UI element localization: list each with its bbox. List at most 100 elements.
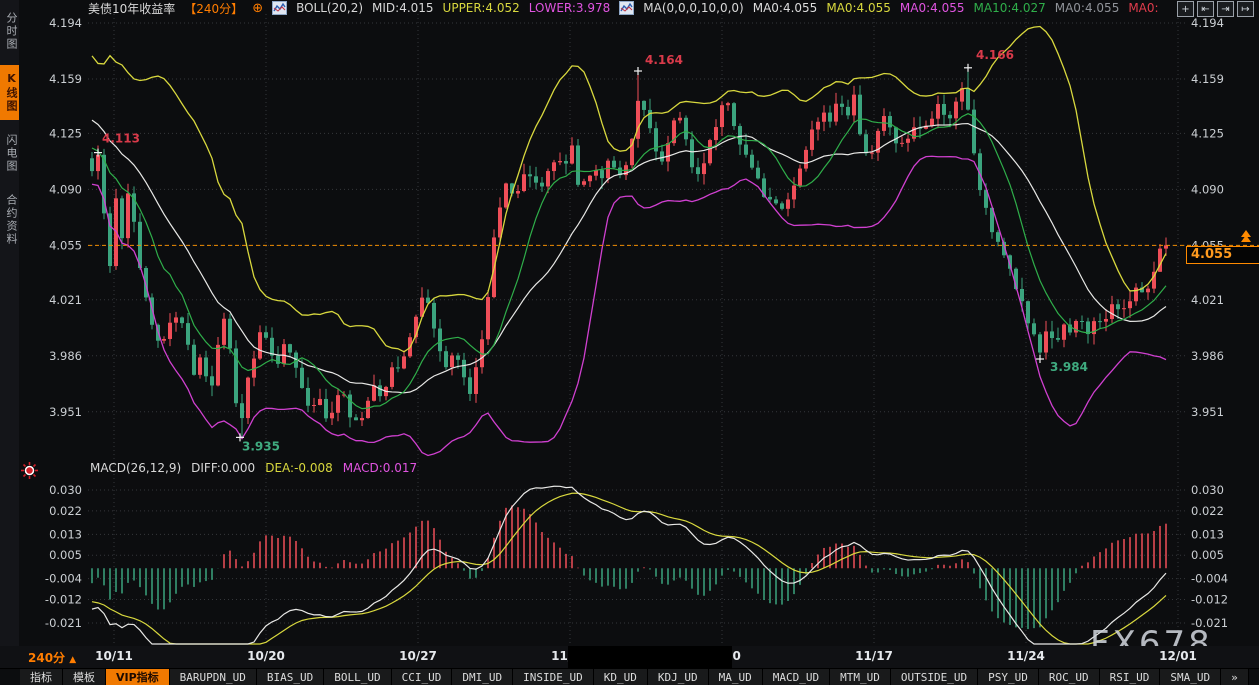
ma-value-label-4: MA0:4.055 <box>1055 1 1120 15</box>
x-axis-label: 10/20 <box>247 649 285 663</box>
svg-text:-0.004: -0.004 <box>45 572 82 586</box>
macd-diff-label: DIFF:0.000 <box>191 461 255 475</box>
period-label[interactable]: 【240分】 <box>184 0 243 17</box>
svg-text:4.125: 4.125 <box>1191 126 1224 140</box>
toolbar-tab-模板[interactable]: 模板 <box>63 669 106 685</box>
svg-text:0.022: 0.022 <box>1191 504 1224 518</box>
boll-upper-label: UPPER:4.052 <box>443 1 520 15</box>
window-icon-bar: +⇤⇥↦ <box>1177 1 1254 17</box>
svg-text:4.194: 4.194 <box>49 16 82 30</box>
toolbar-tab-BOLL_UD[interactable]: BOLL_UD <box>324 669 391 685</box>
svg-text:-0.012: -0.012 <box>1191 593 1228 607</box>
plus-circle-icon[interactable]: ⊕ <box>252 1 263 16</box>
sidebar-item-闪电图[interactable]: 闪电图 <box>0 127 19 180</box>
toolbar-tab-DMI_UD[interactable]: DMI_UD <box>452 669 513 685</box>
period-expand-icon: ▲ <box>69 655 76 665</box>
macd-macd-label: MACD:0.017 <box>343 461 417 475</box>
toolbar-tab-SMA_UD[interactable]: SMA_UD <box>1160 669 1221 685</box>
page-title: 美债10年收益率 <box>88 0 175 17</box>
toolbar-tab-INSIDE_UD[interactable]: INSIDE_UD <box>513 669 594 685</box>
ma-value-label-2: MA0:4.055 <box>900 1 965 15</box>
x-axis-label: 10/11 <box>95 649 133 663</box>
sidebar-item-K线图[interactable]: K线图 <box>0 65 19 120</box>
redaction-box <box>568 646 732 668</box>
svg-text:4.166: 4.166 <box>976 48 1014 62</box>
svg-text:-0.012: -0.012 <box>45 593 82 607</box>
svg-text:0.022: 0.022 <box>49 504 82 518</box>
indicator-toolbar: 指标模板VIP指标BARUPDN_UDBIAS_UDBOLL_UDCCI_UDD… <box>0 668 1259 685</box>
toolbar-tab-PSY_UD[interactable]: PSY_UD <box>978 669 1039 685</box>
svg-text:4.159: 4.159 <box>1191 72 1224 86</box>
svg-text:0.005: 0.005 <box>1191 548 1224 562</box>
svg-text:0.013: 0.013 <box>1191 527 1224 541</box>
sidebar-item-分时图[interactable]: 分时图 <box>0 5 19 58</box>
candlestick-chart[interactable]: 4.1944.1944.1594.1594.1254.1254.0904.090… <box>0 0 1259 646</box>
toolbar-tab-OUTSIDE_UD[interactable]: OUTSIDE_UD <box>891 669 978 685</box>
ma-values: MA0:4.055 MA0:4.055 MA0:4.055 MA10:4.027 MA0… <box>753 1 1159 15</box>
svg-text:3.986: 3.986 <box>49 349 82 363</box>
pan-right-icon[interactable]: ↦ <box>1237 1 1254 17</box>
ma-value-label-3: MA10:4.027 <box>974 1 1046 15</box>
toolbar-tab-BARUPDN_UD[interactable]: BARUPDN_UD <box>170 669 257 685</box>
svg-text:-0.021: -0.021 <box>45 616 82 630</box>
x-axis-label: 11/17 <box>855 649 893 663</box>
chart-header: 美债10年收益率 【240分】 ⊕ BOLL(20,2) MID:4.015 U… <box>88 0 1159 16</box>
period-footer-label[interactable]: 240分 ▲ <box>28 649 76 666</box>
svg-text:4.159: 4.159 <box>49 72 82 86</box>
svg-text:3.984: 3.984 <box>1050 360 1088 374</box>
toolbar-tab-MACD_UD[interactable]: MACD_UD <box>763 669 830 685</box>
svg-text:4.090: 4.090 <box>49 182 82 196</box>
macd-name-label: MACD(26,12,9) <box>90 461 181 475</box>
toolbar-tab-KDJ_UD[interactable]: KDJ_UD <box>648 669 709 685</box>
svg-text:-0.004: -0.004 <box>1191 572 1228 586</box>
svg-text:4.194: 4.194 <box>1191 16 1224 30</box>
boll-mid-label: MID:4.015 <box>372 1 434 15</box>
toolbar-tab-指标[interactable]: 指标 <box>20 669 63 685</box>
svg-text:3.951: 3.951 <box>49 405 82 419</box>
ma-name-label: MA(0,0,0,10,0,0) <box>643 1 743 15</box>
svg-text:0.005: 0.005 <box>49 548 82 562</box>
ma-value-label-5: MA0: <box>1128 1 1158 15</box>
axis-scale-right-icon[interactable]: ⇥ <box>1217 1 1234 17</box>
svg-text:0.030: 0.030 <box>1191 483 1224 497</box>
period-footer-text: 240分 <box>28 651 65 665</box>
toolbar-tab-VIP指标[interactable]: VIP指标 <box>106 669 170 685</box>
svg-text:4.113: 4.113 <box>102 132 140 146</box>
last-price-tag: 4.055 <box>1186 246 1259 264</box>
ma-value-label-1: MA0:4.055 <box>826 1 891 15</box>
macd-header: MACD(26,12,9) DIFF:0.000 DEA:-0.008 MACD… <box>90 461 417 475</box>
x-axis-label: 11/24 <box>1007 649 1045 663</box>
ma-value-label-0: MA0:4.055 <box>753 1 818 15</box>
indicator-settings-icon[interactable] <box>21 462 38 479</box>
toolbar-tab-RSI_UD[interactable]: RSI_UD <box>1100 669 1161 685</box>
sidebar-item-合约资料[interactable]: 合约资料 <box>0 187 19 253</box>
svg-text:4.021: 4.021 <box>1191 293 1224 307</box>
boll-name-label: BOLL(20,2) <box>296 1 363 15</box>
x-axis-label: 10/27 <box>399 649 437 663</box>
svg-text:0.013: 0.013 <box>49 527 82 541</box>
svg-text:3.986: 3.986 <box>1191 349 1224 363</box>
svg-text:3.935: 3.935 <box>242 439 280 453</box>
chart-type-sidebar: 分时图 K线图闪电图合约资料 <box>0 0 19 685</box>
toolbar-tab-CCI_UD[interactable]: CCI_UD <box>392 669 453 685</box>
x-axis-label: 12/01 <box>1159 649 1197 663</box>
x-axis-row: 240分 ▲ 10/1110/2010/2711/0311/1011/1711/… <box>0 646 1259 668</box>
toolbar-tab-MA_UD[interactable]: MA_UD <box>709 669 763 685</box>
svg-text:4.021: 4.021 <box>49 293 82 307</box>
svg-text:4.125: 4.125 <box>49 126 82 140</box>
toolbar-tab-ROC_UD[interactable]: ROC_UD <box>1039 669 1100 685</box>
svg-text:3.951: 3.951 <box>1191 405 1224 419</box>
axis-scale-left-icon[interactable]: ⇤ <box>1197 1 1214 17</box>
crosshair-icon[interactable]: + <box>1177 1 1194 17</box>
ma-indicator-icon[interactable] <box>619 1 634 15</box>
svg-text:4.164: 4.164 <box>645 53 683 67</box>
trading-app-window: 4.1944.1944.1594.1594.1254.1254.0904.090… <box>0 0 1259 685</box>
toolbar-tab-KD_UD[interactable]: KD_UD <box>594 669 648 685</box>
svg-text:0.030: 0.030 <box>49 483 82 497</box>
toolbar-tab-BIAS_UD[interactable]: BIAS_UD <box>257 669 324 685</box>
svg-text:4.055: 4.055 <box>49 238 82 252</box>
macd-dea-label: DEA:-0.008 <box>265 461 333 475</box>
boll-indicator-icon[interactable] <box>272 1 287 15</box>
toolbar-tab-MTM_UD[interactable]: MTM_UD <box>830 669 891 685</box>
toolbar-tab-»[interactable]: » <box>1221 669 1249 685</box>
